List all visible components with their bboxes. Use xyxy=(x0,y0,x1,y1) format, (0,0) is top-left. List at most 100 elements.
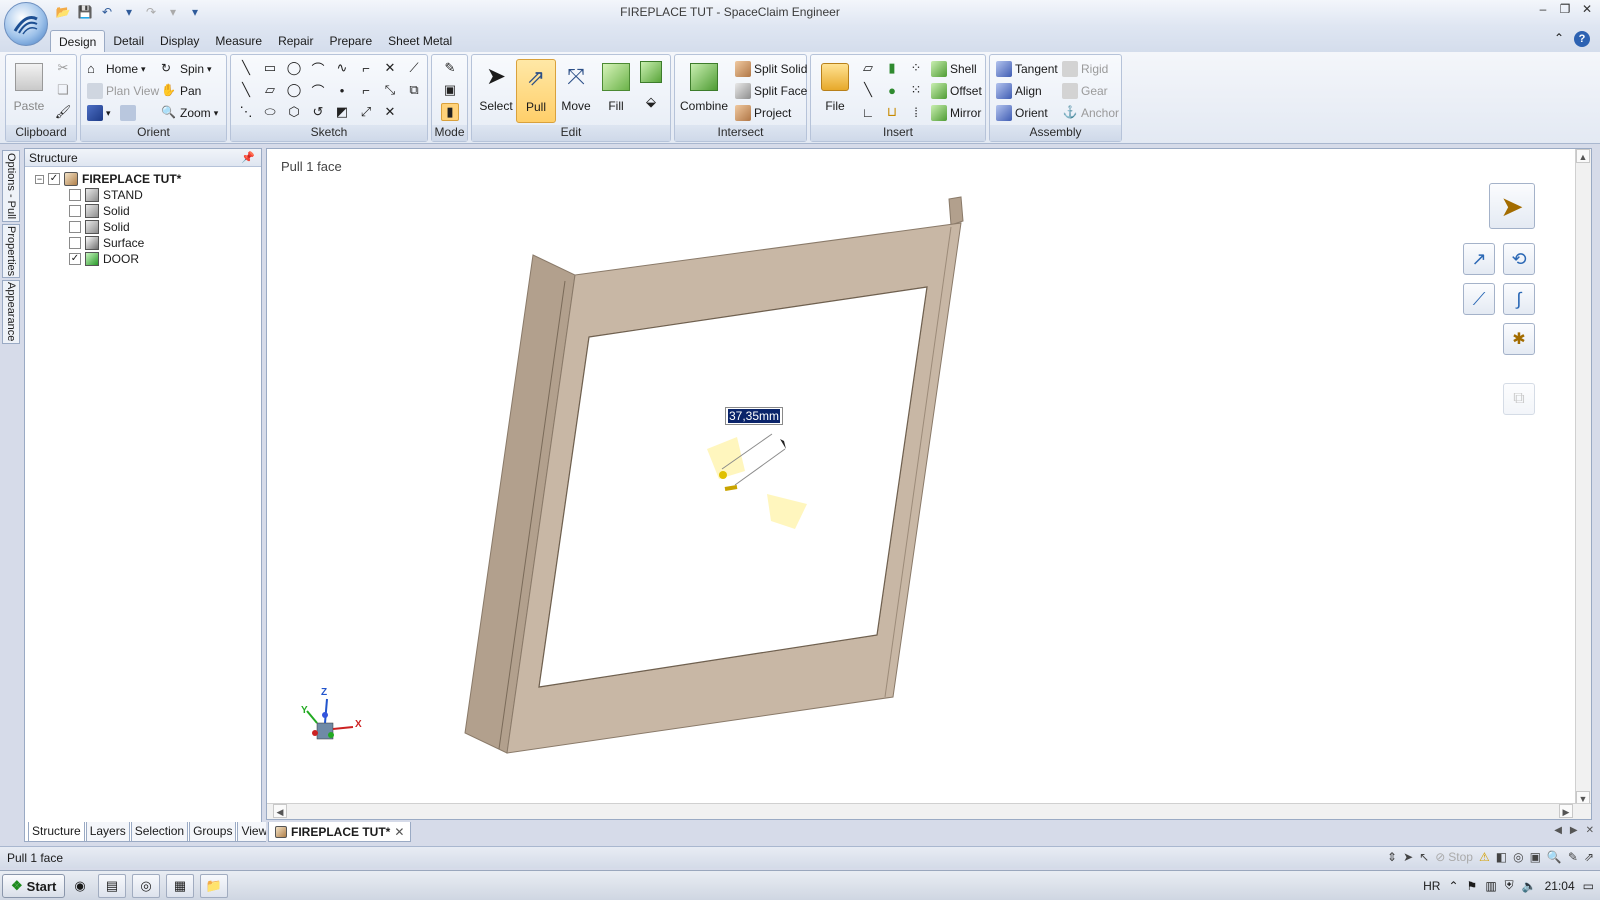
select-mode-icon[interactable]: ➤ xyxy=(1403,850,1413,864)
cylinder-icon[interactable]: ▮ xyxy=(883,59,901,77)
plan-view-button[interactable]: Plan View xyxy=(87,83,159,99)
project-to-sketch-icon[interactable]: ⧉ xyxy=(405,81,423,99)
view-cube-button[interactable]: ▾ xyxy=(87,105,136,121)
tab-measure[interactable]: Measure xyxy=(207,30,270,53)
flag-icon[interactable]: ⚑ xyxy=(1467,879,1478,893)
bend-icon[interactable]: ⟋ xyxy=(405,59,423,77)
3d-mode-icon[interactable]: ▮ xyxy=(441,103,459,121)
clock[interactable]: 21:04 xyxy=(1545,879,1575,893)
display-app-icon[interactable]: ▦ xyxy=(166,874,194,898)
tree-item-checkbox[interactable] xyxy=(69,221,81,233)
point-icon[interactable]: • xyxy=(333,81,351,99)
scroll-up-icon[interactable]: ▲ xyxy=(1576,149,1590,163)
dimension-value[interactable]: 37,35mm xyxy=(728,409,781,423)
chrome-icon[interactable]: ◉ xyxy=(66,874,94,898)
prev-tab-icon[interactable]: ◀ xyxy=(1554,825,1562,836)
collapse-icon[interactable]: − xyxy=(35,174,44,184)
zoom-status-icon[interactable]: 🔍 xyxy=(1547,850,1562,864)
profile-icon[interactable]: ⊔ xyxy=(883,103,901,121)
move-button[interactable]: ⤧ Move xyxy=(556,59,596,123)
shell-button[interactable]: Shell xyxy=(931,61,977,77)
tree-item-checkbox[interactable]: ✓ xyxy=(69,253,81,265)
tab-structure[interactable]: Structure xyxy=(28,822,85,842)
split-curve-icon[interactable]: ✕ xyxy=(381,103,399,121)
network-icon[interactable]: ▥ xyxy=(1485,879,1496,893)
split-face-button[interactable]: Split Face xyxy=(735,83,807,99)
maximize-icon[interactable]: ❐ xyxy=(1558,2,1572,16)
tree-item[interactable]: Solid xyxy=(69,219,130,235)
paste-button[interactable]: Paste xyxy=(10,59,48,123)
corner-icon[interactable]: ⌐ xyxy=(357,59,375,77)
fill-button[interactable]: Fill xyxy=(596,59,636,123)
vertical-scrollbar[interactable]: ▲ ▼ xyxy=(1575,149,1591,805)
close-icon[interactable]: ✕ xyxy=(1580,2,1594,16)
help-icon[interactable]: ? xyxy=(1574,31,1590,47)
draft-button[interactable]: ⟋ xyxy=(1463,283,1495,315)
model-canvas[interactable] xyxy=(267,149,1577,805)
explorer-icon[interactable]: 📁 xyxy=(200,874,228,898)
blend-button[interactable]: ✱ xyxy=(1503,323,1535,355)
pull-handle-point-icon[interactable] xyxy=(719,471,727,479)
tab-sheet-metal[interactable]: Sheet Metal xyxy=(380,30,460,53)
show-desktop-icon[interactable]: ▭ xyxy=(1583,879,1594,893)
axis-icon[interactable]: ╲ xyxy=(859,81,877,99)
full-pull-button[interactable]: ⧉ xyxy=(1503,383,1535,415)
document-tab[interactable]: FIREPLACE TUT* ✕ xyxy=(268,822,412,842)
pull-direction-button[interactable]: ↗ xyxy=(1463,243,1495,275)
project-button[interactable]: Project xyxy=(735,105,791,121)
orient-button[interactable]: Orient xyxy=(996,105,1048,121)
sphere-icon[interactable]: ● xyxy=(883,81,901,99)
root-checkbox[interactable]: ✓ xyxy=(48,173,60,185)
tab-groups[interactable]: Groups xyxy=(189,822,237,842)
spaceclaim-taskbar-icon[interactable]: ▤ xyxy=(98,874,126,898)
home-button[interactable]: ⌂ Home ▾ xyxy=(87,61,146,77)
origin-icon[interactable]: ∟ xyxy=(859,103,877,121)
security-icon[interactable]: ⛨ xyxy=(1505,878,1514,893)
tab-layers[interactable]: Layers xyxy=(85,822,130,842)
close-doc-icon[interactable]: ✕ xyxy=(1586,825,1594,836)
split-solid-button[interactable]: Split Solid xyxy=(735,61,807,77)
tree-item-checkbox[interactable] xyxy=(69,205,81,217)
copy-icon[interactable]: ❏ xyxy=(54,81,72,99)
tree-item[interactable]: STAND xyxy=(69,187,143,203)
fill-pattern-icon[interactable]: ⁞ xyxy=(907,103,925,121)
tray-expand-icon[interactable]: ⌃ xyxy=(1448,879,1458,893)
format-painter-icon[interactable]: 🖌 xyxy=(54,103,72,121)
gear-button[interactable]: Gear xyxy=(1062,83,1108,99)
tangent-line-icon[interactable]: ╲ xyxy=(237,81,255,99)
tangent-button[interactable]: Tangent xyxy=(996,61,1058,77)
volume-icon[interactable]: 🔈 xyxy=(1522,879,1537,893)
language-indicator[interactable]: HR xyxy=(1423,879,1440,893)
tab-display[interactable]: Display xyxy=(152,30,207,53)
tab-design[interactable]: Design xyxy=(50,30,106,53)
side-tab-appearance[interactable]: Appearance xyxy=(2,280,20,344)
spline-icon[interactable]: ∿ xyxy=(333,59,351,77)
sweep-arc-icon[interactable]: ↺ xyxy=(309,103,327,121)
pattern-icon[interactable]: ⁘ xyxy=(907,59,925,77)
align-button[interactable]: Align xyxy=(996,83,1042,99)
recorder-icon[interactable]: ◎ xyxy=(132,874,160,898)
scroll-left-icon[interactable]: ◀ xyxy=(273,804,287,818)
pull-button[interactable]: ⇗ Pull xyxy=(516,59,556,123)
side-tab-properties[interactable]: Properties xyxy=(2,224,20,278)
close-tab-icon[interactable]: ✕ xyxy=(394,825,404,839)
view-mode-icon[interactable]: ◎ xyxy=(1513,850,1523,864)
appearance-icon[interactable]: ▣ xyxy=(1530,850,1541,864)
arc-icon[interactable]: ⌒ xyxy=(309,59,327,77)
offset-button[interactable]: Offset xyxy=(931,83,982,99)
minimize-icon[interactable]: – xyxy=(1536,2,1550,16)
revolve-button[interactable]: ⟲ xyxy=(1503,243,1535,275)
next-tab-icon[interactable]: ▶ xyxy=(1570,825,1578,836)
scale-icon[interactable]: ⤢ xyxy=(357,103,375,121)
anchor-button[interactable]: ⚓ Anchor xyxy=(1062,105,1120,121)
rectangle-icon[interactable]: ▭ xyxy=(261,59,279,77)
tree-root[interactable]: − ✓ FIREPLACE TUT* xyxy=(35,171,181,187)
zoom-button[interactable]: 🔍 Zoom ▾ xyxy=(161,105,218,121)
construction-line-icon[interactable]: ⋱ xyxy=(237,103,255,121)
tree-item[interactable]: Solid xyxy=(69,203,130,219)
stop-button[interactable]: ⊘ Stop xyxy=(1435,850,1473,864)
polygon-icon[interactable]: ▱ xyxy=(261,81,279,99)
minimize-ribbon-icon[interactable]: ⌃ xyxy=(1554,31,1564,47)
select-button[interactable]: ➤ Select xyxy=(476,59,516,123)
selection-filter-icon[interactable]: ⇕ xyxy=(1387,850,1397,864)
